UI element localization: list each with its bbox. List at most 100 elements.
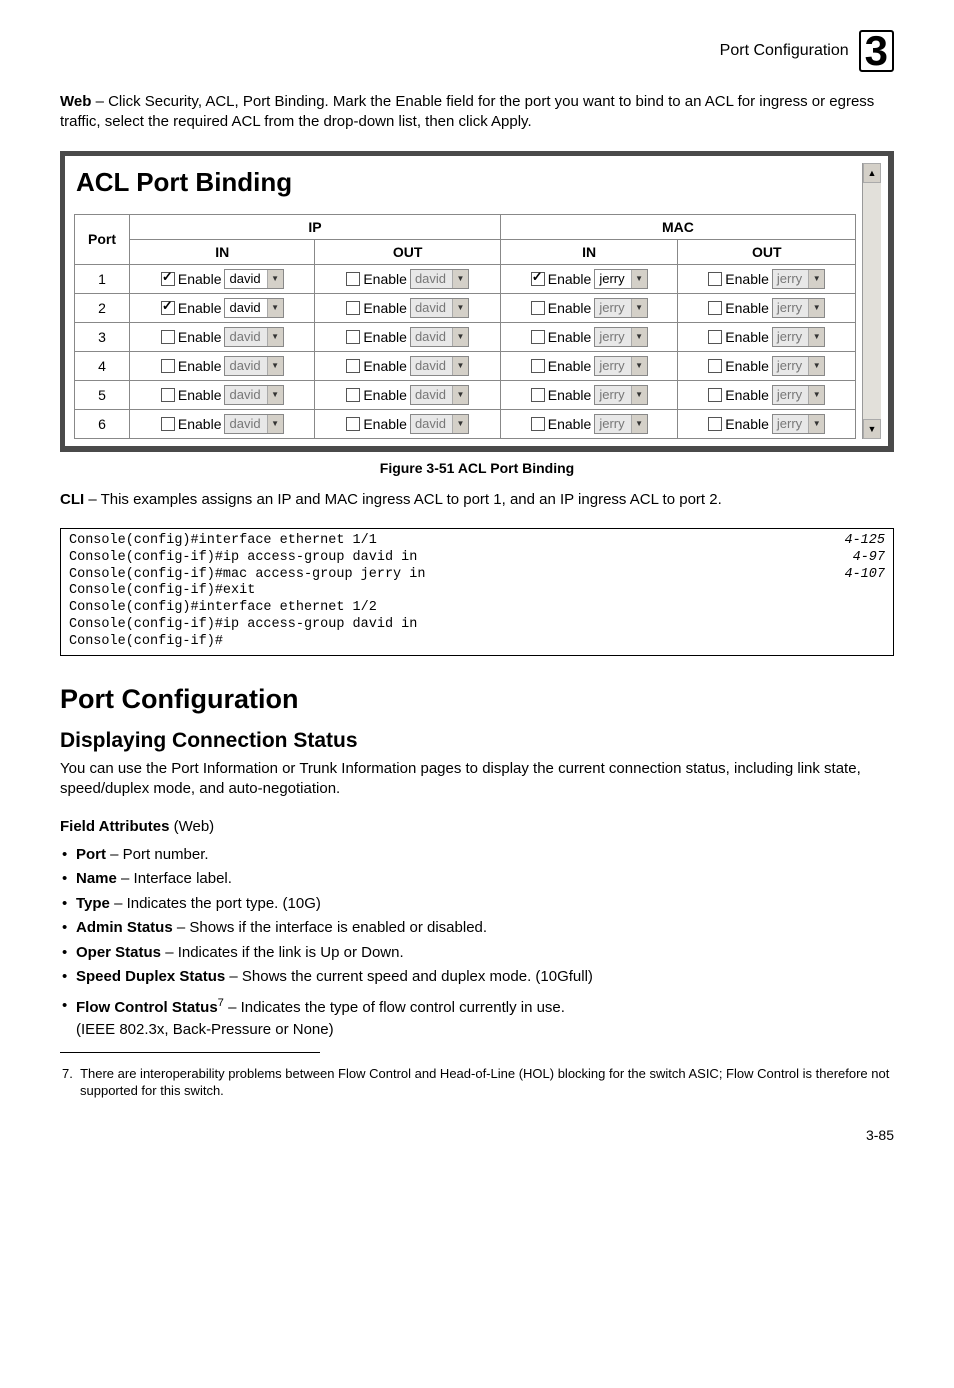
acl-select-value: jerry xyxy=(773,387,808,402)
enable-checkbox[interactable] xyxy=(161,272,175,286)
ip-out-cell: Enable david ▼ xyxy=(315,380,500,409)
enable-checkbox[interactable] xyxy=(531,359,545,373)
chevron-down-icon[interactable]: ▼ xyxy=(631,328,647,346)
enable-checkbox[interactable] xyxy=(708,301,722,315)
chevron-down-icon[interactable]: ▼ xyxy=(452,357,468,375)
acl-select[interactable]: jerry ▼ xyxy=(594,385,647,405)
bullet-bold: Speed Duplex Status xyxy=(76,968,225,985)
chevron-down-icon[interactable]: ▼ xyxy=(267,357,283,375)
enable-checkbox[interactable] xyxy=(708,330,722,344)
chevron-down-icon[interactable]: ▼ xyxy=(267,328,283,346)
chevron-down-icon[interactable]: ▼ xyxy=(631,357,647,375)
enable-checkbox[interactable] xyxy=(531,388,545,402)
enable-checkbox[interactable] xyxy=(346,388,360,402)
enable-checkbox[interactable] xyxy=(708,388,722,402)
enable-checkbox[interactable] xyxy=(161,330,175,344)
chevron-down-icon[interactable]: ▼ xyxy=(808,386,824,404)
enable-checkbox[interactable] xyxy=(161,388,175,402)
chevron-down-icon[interactable]: ▼ xyxy=(808,357,824,375)
acl-select[interactable]: jerry ▼ xyxy=(594,356,647,376)
acl-select[interactable]: david ▼ xyxy=(224,298,283,318)
chevron-down-icon[interactable]: ▼ xyxy=(808,270,824,288)
cli-text: – This examples assigns an IP and MAC in… xyxy=(84,491,722,508)
chevron-down-icon[interactable]: ▼ xyxy=(808,415,824,433)
enable-checkbox[interactable] xyxy=(161,359,175,373)
enable-checkbox[interactable] xyxy=(161,301,175,315)
acl-select[interactable]: david ▼ xyxy=(410,298,469,318)
acl-select[interactable]: jerry ▼ xyxy=(772,385,825,405)
chevron-down-icon[interactable]: ▼ xyxy=(267,299,283,317)
acl-select[interactable]: jerry ▼ xyxy=(772,356,825,376)
acl-select[interactable]: david ▼ xyxy=(410,327,469,347)
acl-select[interactable]: jerry ▼ xyxy=(594,298,647,318)
footnote-num: 7. xyxy=(62,1066,73,1081)
acl-select[interactable]: david ▼ xyxy=(410,414,469,434)
port-cell: 6 xyxy=(75,409,130,438)
acl-select-value: jerry xyxy=(595,387,630,402)
mac-out-cell: Enable jerry ▼ xyxy=(678,409,856,438)
chevron-down-icon[interactable]: ▼ xyxy=(267,386,283,404)
acl-select[interactable]: david ▼ xyxy=(224,414,283,434)
chevron-down-icon[interactable]: ▼ xyxy=(631,299,647,317)
chevron-down-icon[interactable]: ▼ xyxy=(808,299,824,317)
enable-checkbox[interactable] xyxy=(346,301,360,315)
chevron-down-icon[interactable]: ▼ xyxy=(267,415,283,433)
acl-select[interactable]: david ▼ xyxy=(410,269,469,289)
acl-select[interactable]: david ▼ xyxy=(224,269,283,289)
acl-select[interactable]: david ▼ xyxy=(224,356,283,376)
acl-select[interactable]: jerry ▼ xyxy=(772,298,825,318)
acl-select-value: jerry xyxy=(773,358,808,373)
bullet-bold: Admin Status xyxy=(76,919,173,936)
port-cell: 5 xyxy=(75,380,130,409)
acl-select-value: david xyxy=(411,271,452,286)
enable-checkbox[interactable] xyxy=(346,330,360,344)
enable-checkbox[interactable] xyxy=(531,272,545,286)
acl-select[interactable]: david ▼ xyxy=(224,327,283,347)
port-cell: 2 xyxy=(75,293,130,322)
footnote-separator xyxy=(60,1052,320,1053)
acl-select[interactable]: david ▼ xyxy=(410,385,469,405)
enable-checkbox[interactable] xyxy=(531,330,545,344)
mac-in-cell: Enable jerry ▼ xyxy=(500,293,678,322)
acl-select-value: jerry xyxy=(595,329,630,344)
chevron-down-icon[interactable]: ▼ xyxy=(631,386,647,404)
enable-checkbox[interactable] xyxy=(161,417,175,431)
chevron-down-icon[interactable]: ▼ xyxy=(452,386,468,404)
ip-in-cell: Enable david ▼ xyxy=(130,322,315,351)
chevron-down-icon[interactable]: ▼ xyxy=(452,328,468,346)
enable-checkbox[interactable] xyxy=(346,272,360,286)
chevron-down-icon[interactable]: ▼ xyxy=(452,299,468,317)
acl-select[interactable]: jerry ▼ xyxy=(594,327,647,347)
enable-checkbox[interactable] xyxy=(708,417,722,431)
chevron-down-icon[interactable]: ▼ xyxy=(267,270,283,288)
web-lead: Web xyxy=(60,93,91,110)
scroll-track[interactable] xyxy=(863,183,881,419)
chevron-down-icon[interactable]: ▼ xyxy=(452,270,468,288)
acl-select-value: jerry xyxy=(595,300,630,315)
enable-checkbox[interactable] xyxy=(708,272,722,286)
col-mac-out: OUT xyxy=(678,239,856,264)
col-ip: IP xyxy=(130,214,501,239)
enable-checkbox[interactable] xyxy=(346,417,360,431)
cli-lead: CLI xyxy=(60,491,84,508)
chevron-down-icon[interactable]: ▼ xyxy=(452,415,468,433)
chevron-down-icon[interactable]: ▼ xyxy=(631,415,647,433)
chevron-down-icon[interactable]: ▼ xyxy=(808,328,824,346)
acl-select-value: jerry xyxy=(595,358,630,373)
enable-checkbox[interactable] xyxy=(346,359,360,373)
enable-checkbox[interactable] xyxy=(708,359,722,373)
acl-select[interactable]: david ▼ xyxy=(410,356,469,376)
enable-checkbox[interactable] xyxy=(531,417,545,431)
acl-select[interactable]: jerry ▼ xyxy=(772,414,825,434)
enable-checkbox[interactable] xyxy=(531,301,545,315)
scroll-down-icon[interactable]: ▼ xyxy=(863,419,881,439)
scroll-up-icon[interactable]: ▲ xyxy=(863,163,881,183)
acl-select[interactable]: jerry ▼ xyxy=(772,327,825,347)
figure-scrollbar[interactable]: ▲ ▼ xyxy=(862,163,881,439)
acl-select[interactable]: jerry ▼ xyxy=(594,414,647,434)
acl-select[interactable]: jerry ▼ xyxy=(772,269,825,289)
chevron-down-icon[interactable]: ▼ xyxy=(631,270,647,288)
acl-select[interactable]: jerry ▼ xyxy=(594,269,647,289)
acl-select[interactable]: david ▼ xyxy=(224,385,283,405)
header-title: Port Configuration xyxy=(720,42,849,60)
